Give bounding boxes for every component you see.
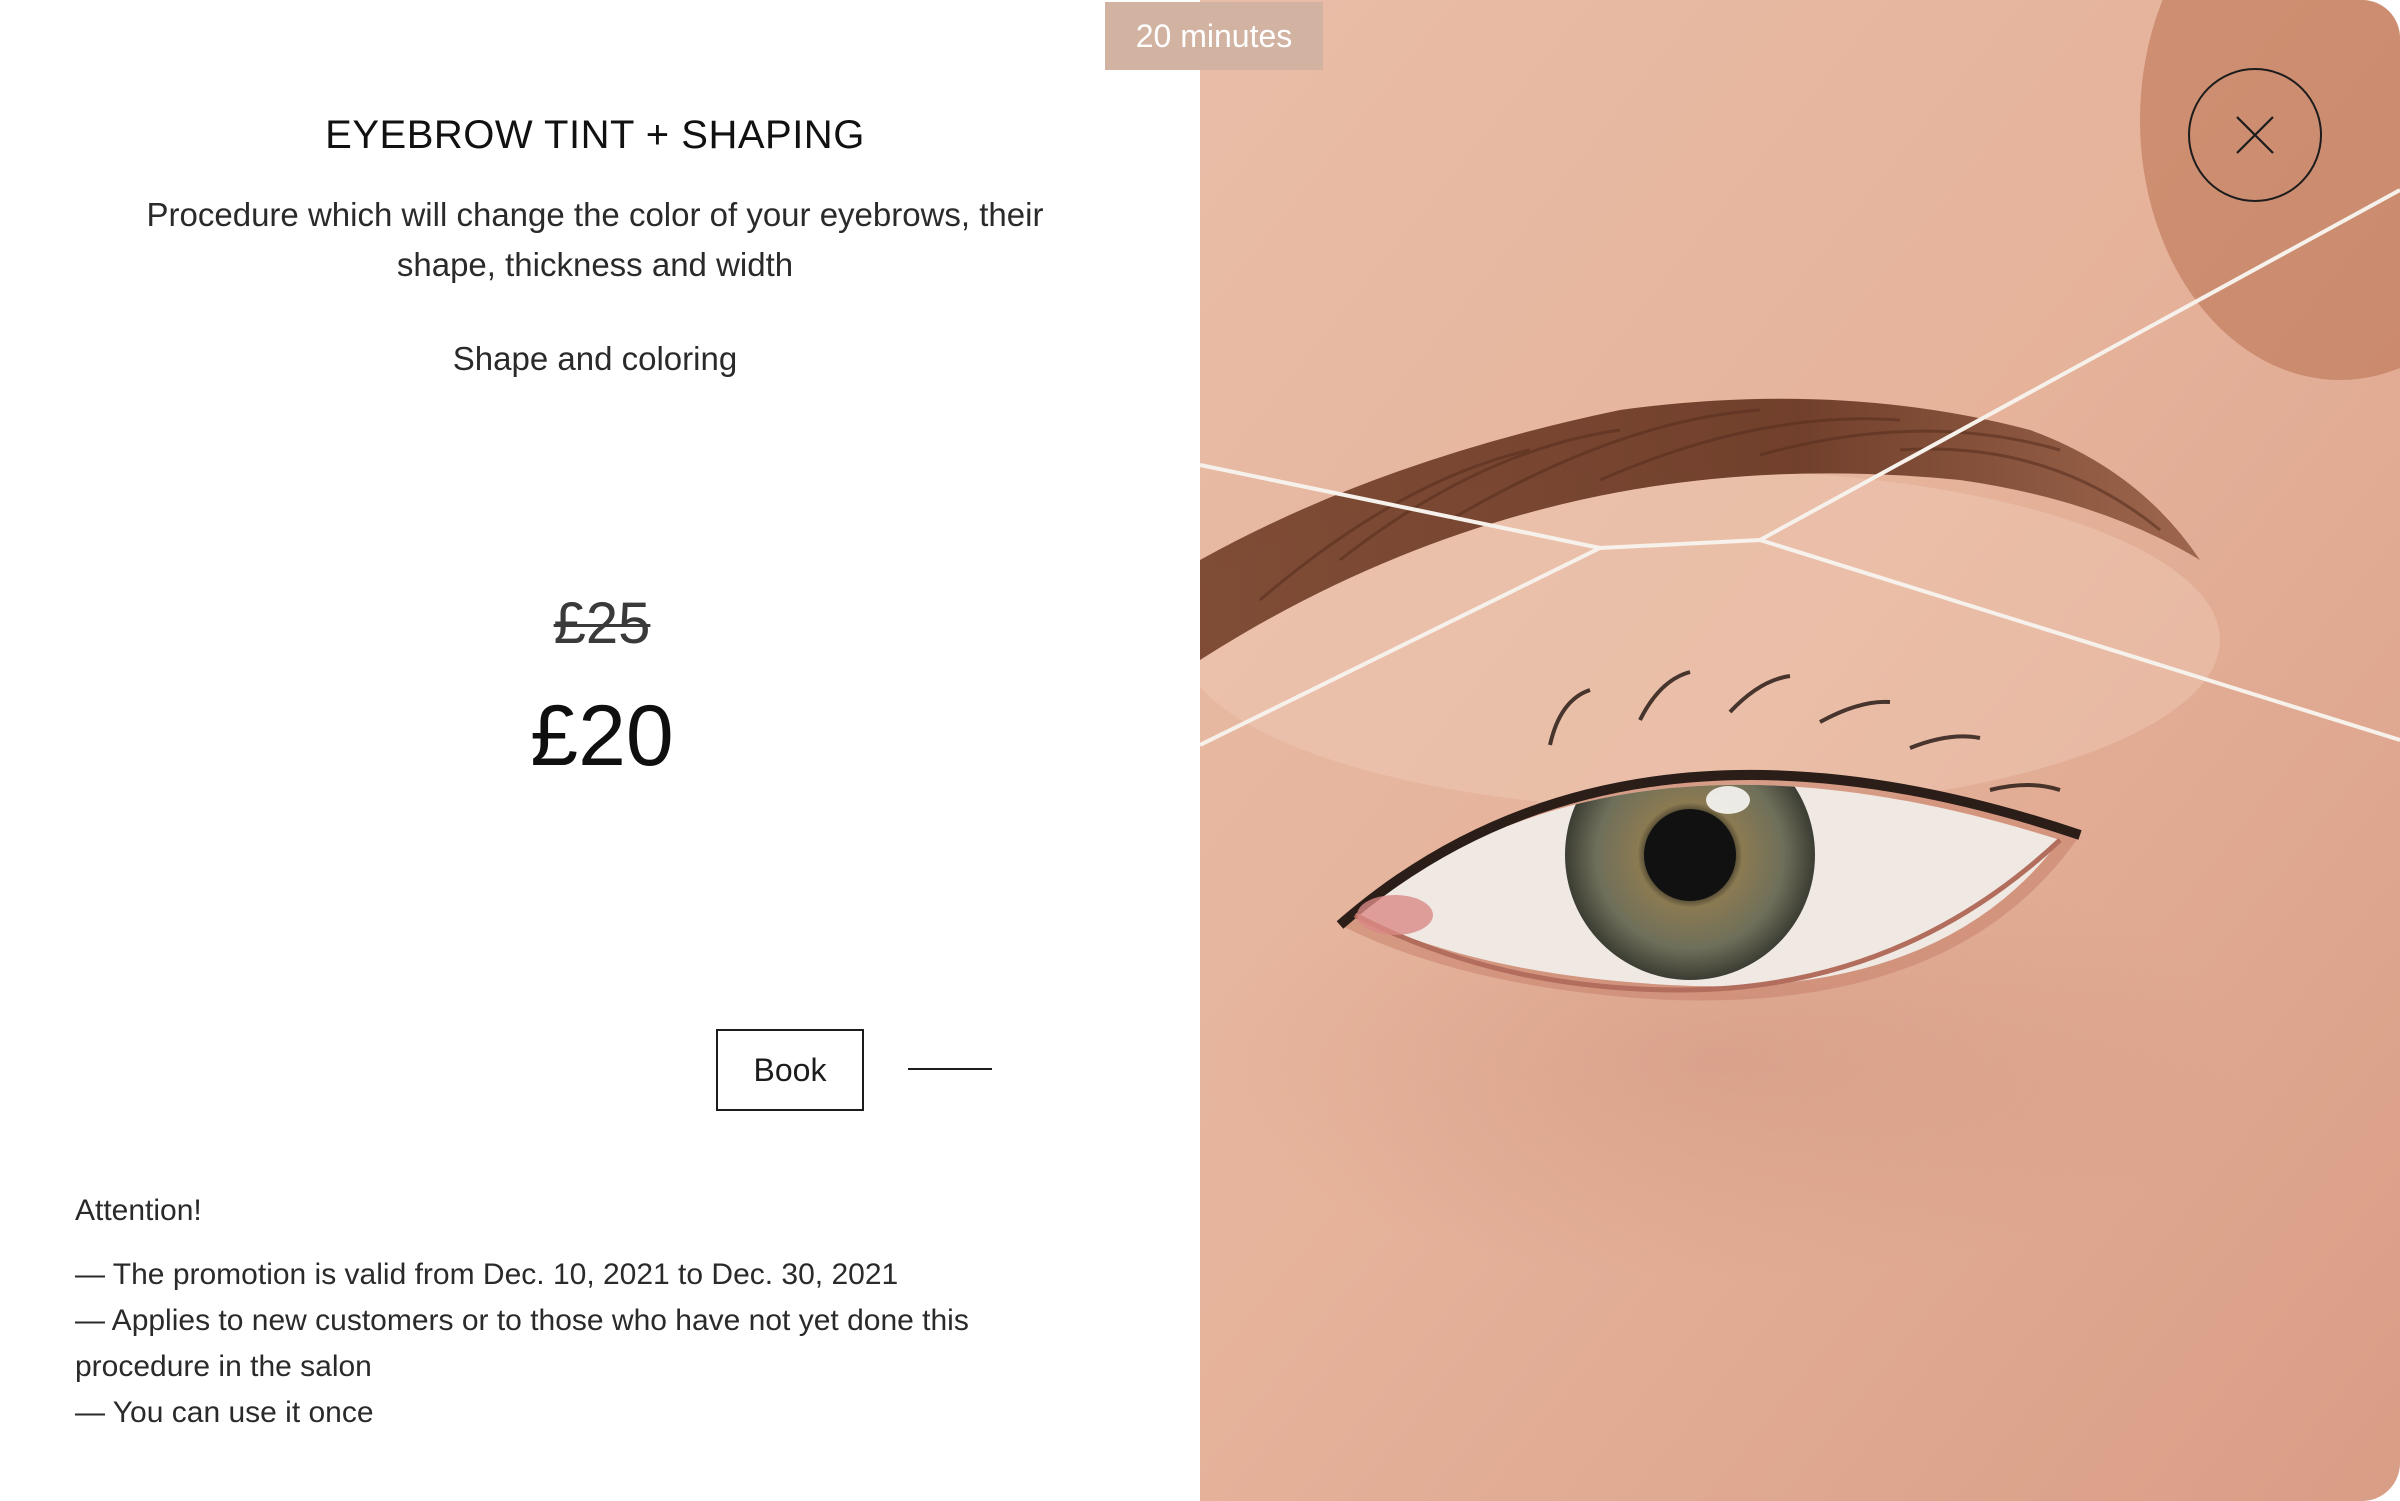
service-description: Procedure which will change the color of… bbox=[146, 196, 1044, 283]
notes-heading: Attention! bbox=[75, 1194, 202, 1227]
new-price: £20 bbox=[530, 688, 674, 784]
note-item: — You can use it once bbox=[75, 1396, 374, 1429]
old-price: £25 bbox=[553, 591, 651, 656]
service-photo bbox=[1200, 0, 2400, 1501]
notes-list: — The promotion is valid from Dec. 10, 2… bbox=[75, 1252, 1075, 1436]
close-button[interactable] bbox=[2188, 68, 2322, 202]
note-item: — Applies to new customers or to those w… bbox=[75, 1304, 969, 1383]
decorative-dash bbox=[908, 1068, 992, 1070]
note-item: — The promotion is valid from Dec. 10, 2… bbox=[75, 1258, 899, 1291]
service-title: EYEBROW TINT + SHAPING bbox=[325, 113, 865, 157]
duration-badge: 20 minutes bbox=[1105, 2, 1323, 70]
close-icon bbox=[2236, 116, 2274, 154]
service-subtitle: Shape and coloring bbox=[452, 340, 738, 377]
eye-photo-illustration bbox=[1200, 0, 2400, 1501]
service-details: EYEBROW TINT + SHAPING Procedure which w… bbox=[0, 0, 1200, 1501]
service-modal: EYEBROW TINT + SHAPING Procedure which w… bbox=[0, 0, 2400, 1501]
promotion-notes: Attention! — The promotion is valid from… bbox=[75, 1188, 1075, 1436]
book-button[interactable]: Book bbox=[716, 1029, 864, 1111]
